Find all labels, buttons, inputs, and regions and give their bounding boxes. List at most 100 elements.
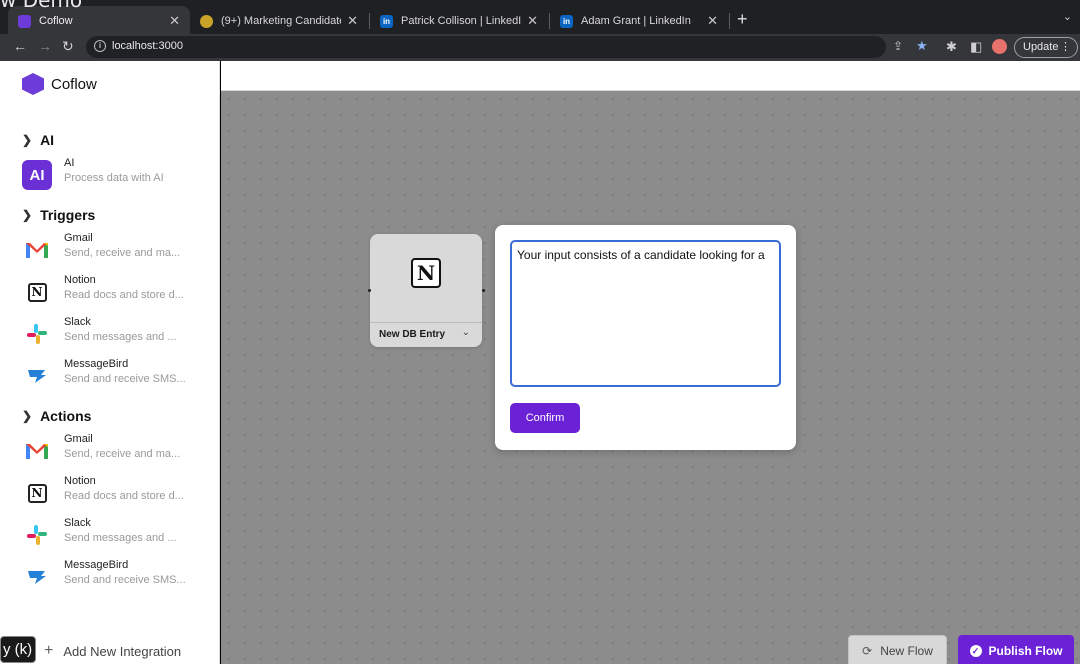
update-button[interactable]: Update ⋮ [1014, 37, 1078, 58]
close-icon[interactable]: ✕ [169, 13, 180, 29]
add-new-integration-button[interactable]: + Add New Integration [44, 642, 181, 660]
new-tab-button[interactable]: + [737, 9, 748, 30]
prompt-textarea[interactable]: Your input consists of a candidate looki… [510, 240, 781, 387]
close-icon[interactable]: ✕ [707, 13, 718, 29]
update-label: Update [1023, 41, 1059, 53]
chevron-right-icon: ❯ [22, 208, 33, 222]
sidebar-item-trigger-gmail[interactable]: Gmail Send, receive and ma... [22, 232, 212, 266]
item-description: Send messages and ... [64, 331, 177, 343]
forward-arrow-icon[interactable]: → [38, 38, 52, 54]
messagebird-icon [22, 562, 52, 592]
item-label: AI [64, 157, 75, 169]
tab-title: Coflow [39, 15, 73, 27]
coflow-logo-icon [22, 73, 44, 95]
section-title: AI [40, 132, 55, 148]
ai-icon: AI [22, 160, 52, 190]
tab-title: Patrick Collison | LinkedIn [401, 15, 522, 27]
tab-separator [729, 13, 730, 29]
share-icon[interactable]: ⇪ [893, 39, 903, 53]
close-icon[interactable]: ✕ [527, 13, 538, 29]
node-divider [370, 322, 482, 323]
publish-flow-label: Publish Flow [988, 644, 1063, 658]
tab-patrick-collison[interactable]: in Patrick Collison | LinkedIn ✕ [370, 6, 548, 36]
item-description: Send, receive and ma... [64, 448, 181, 460]
bookmark-star-icon[interactable]: ★ [916, 38, 928, 54]
browser-toolbar: ← → ↻ i localhost:3000 ⇪ ★ ✱ ◧ Update ⋮ [0, 34, 1080, 61]
add-integration-label: Add New Integration [63, 643, 182, 659]
section-actions[interactable]: ❯ Actions [22, 408, 91, 424]
item-description: Send messages and ... [64, 532, 177, 544]
item-label: Gmail [64, 433, 93, 445]
item-label: Notion [64, 475, 96, 487]
notion-icon: N [411, 258, 441, 288]
chevron-right-icon: ❯ [22, 409, 33, 423]
item-description: Send, receive and ma... [64, 247, 181, 259]
profile-avatar-icon[interactable] [992, 39, 1007, 54]
sidebar-item-ai[interactable]: AI AI Process data with AI [22, 157, 212, 191]
new-flow-button[interactable]: ⟳ New Flow [848, 635, 947, 664]
item-description: Read docs and store d... [64, 289, 184, 301]
sidebar-item-action-slack[interactable]: Slack Send messages and ... [22, 517, 212, 551]
tab-title: Adam Grant | LinkedIn [581, 15, 691, 27]
gmail-icon [22, 235, 52, 265]
item-label: Gmail [64, 232, 93, 244]
item-description: Read docs and store d... [64, 490, 184, 502]
sidebar-item-trigger-slack[interactable]: Slack Send messages and ... [22, 316, 212, 350]
linkedin-icon: in [380, 14, 393, 28]
address-bar[interactable]: i localhost:3000 ⇪ ★ [86, 36, 928, 58]
item-label: Slack [64, 517, 91, 529]
canvas-header [221, 61, 1080, 91]
linkedin-icon: in [560, 14, 573, 28]
sidebar-item-action-messagebird[interactable]: MessageBird Send and receive SMS... [22, 559, 212, 593]
tab-marketing-candidates[interactable]: (9+) Marketing Candidates ✕ [190, 6, 368, 36]
sidebar-item-action-gmail[interactable]: Gmail Send, receive and ma... [22, 433, 212, 467]
video-caption-overlay: w Demo [0, 0, 83, 12]
chevron-down-icon[interactable]: ⌄ [1063, 10, 1072, 23]
more-vertical-icon: ⋮ [1060, 41, 1071, 53]
section-title: Triggers [40, 207, 96, 223]
section-ai[interactable]: ❯ AI [22, 132, 54, 148]
prompt-modal: Your input consists of a candidate looki… [495, 225, 796, 450]
integrations-sidebar: Coflow ❯ AI AI AI Process data with AI ❯… [0, 61, 220, 664]
item-description: Send and receive SMS... [64, 373, 186, 385]
slack-icon [22, 520, 52, 550]
slack-icon [22, 319, 52, 349]
brand-name: Coflow [51, 75, 97, 93]
extensions-icon[interactable]: ✱ [946, 39, 957, 55]
tab-adam-grant[interactable]: in Adam Grant | LinkedIn ✕ [550, 6, 728, 36]
plus-icon: + [44, 642, 54, 659]
flow-node-notion[interactable]: N New DB Entry ⌄ [370, 234, 482, 347]
coflow-icon [18, 14, 31, 28]
item-label: Slack [64, 316, 91, 328]
chevron-down-icon[interactable]: ⌄ [462, 327, 470, 338]
back-arrow-icon[interactable]: ← [13, 38, 27, 54]
notion-icon: N [22, 478, 52, 508]
sidebar-item-trigger-messagebird[interactable]: MessageBird Send and receive SMS... [22, 358, 212, 392]
gmail-icon [22, 436, 52, 466]
close-icon[interactable]: ✕ [347, 13, 358, 29]
keyboard-shortcut-overlay: y (k) [0, 636, 36, 663]
notion-icon: N [22, 277, 52, 307]
tab-title: (9+) Marketing Candidates [221, 15, 342, 27]
sidebar-item-trigger-notion[interactable]: N Notion Read docs and store d... [22, 274, 212, 308]
section-title: Actions [40, 408, 92, 424]
browser-tab-bar: Coflow ✕ (9+) Marketing Candidates ✕ in … [0, 0, 1080, 38]
new-flow-label: New Flow [880, 644, 933, 658]
chevron-right-icon: ❯ [22, 133, 33, 147]
item-description: Send and receive SMS... [64, 574, 186, 586]
reload-icon[interactable]: ↻ [62, 38, 74, 55]
check-circle-icon: ✓ [969, 645, 982, 657]
refresh-icon: ⟳ [862, 644, 873, 658]
node-output-handle[interactable] [482, 289, 485, 292]
sidebar-item-action-notion[interactable]: N Notion Read docs and store d... [22, 475, 212, 509]
coflow-app: Coflow ❯ AI AI AI Process data with AI ❯… [0, 61, 1080, 664]
node-input-handle[interactable] [368, 289, 371, 292]
brand[interactable]: Coflow [22, 73, 97, 95]
confirm-button[interactable]: Confirm [510, 403, 580, 433]
item-label: Notion [64, 274, 96, 286]
side-panel-icon[interactable]: ◧ [970, 39, 982, 55]
publish-flow-button[interactable]: ✓ Publish Flow [958, 635, 1074, 664]
item-label: MessageBird [64, 358, 129, 370]
section-triggers[interactable]: ❯ Triggers [22, 207, 95, 223]
info-icon[interactable]: i [94, 40, 106, 52]
